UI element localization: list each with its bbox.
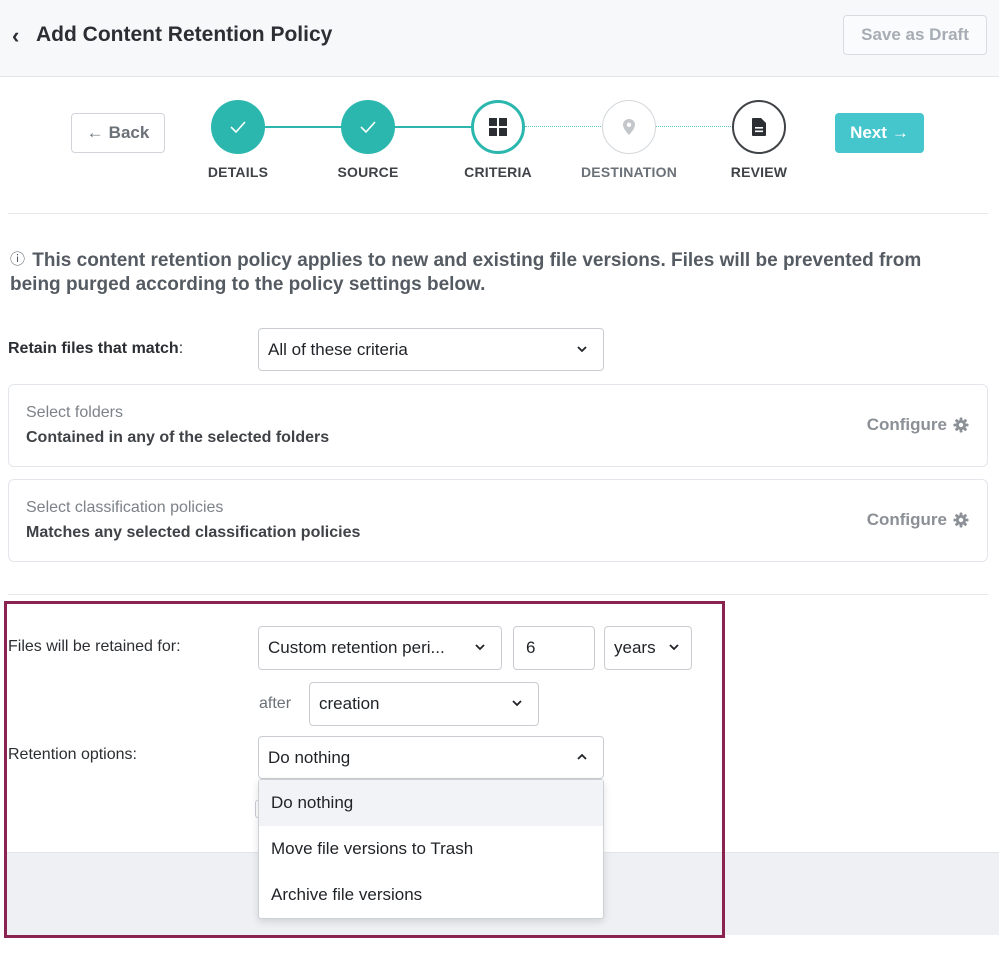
info-text: This content retention policy applies to… <box>10 250 922 295</box>
card-subtitle: Matches any selected classification poli… <box>26 524 361 541</box>
configure-label: Configure <box>866 415 947 434</box>
step-connector <box>394 126 474 128</box>
retain-files-label: Retain files that match: <box>8 340 184 357</box>
select-classification-card[interactable]: Select classification policies Matches a… <box>8 479 988 562</box>
match-criteria-value: All of these criteria <box>268 339 408 359</box>
step-connector <box>525 126 605 127</box>
gear-icon <box>953 512 969 528</box>
arrow-right-icon: → <box>891 123 909 142</box>
step-label-source: SOURCE <box>337 164 399 180</box>
back-button-label: Back <box>108 123 150 142</box>
step-connector <box>264 126 344 128</box>
grid-icon <box>489 118 507 136</box>
check-icon <box>230 121 246 134</box>
map-pin-icon <box>623 119 635 135</box>
step-label-destination: DESTINATION <box>580 164 678 180</box>
card-subtitle: Contained in any of the selected folders <box>26 429 330 446</box>
step-source-circle[interactable] <box>341 100 395 154</box>
page-title: Add Content Retention Policy <box>36 23 333 46</box>
step-connector <box>655 126 735 127</box>
back-button[interactable]: ← Back <box>71 113 165 153</box>
step-details-circle[interactable] <box>211 100 265 154</box>
highlight-frame <box>4 601 725 938</box>
step-label-criteria: CRITERIA <box>464 164 532 180</box>
document-icon <box>752 118 766 136</box>
info-icon: ⓘ <box>10 251 26 268</box>
step-review-circle[interactable] <box>732 100 786 154</box>
step-criteria-circle[interactable] <box>471 100 525 154</box>
chevron-down-icon <box>577 346 587 353</box>
card-title: Select folders <box>26 404 123 421</box>
step-label-details: DETAILS <box>207 164 269 180</box>
match-criteria-select[interactable]: All of these criteria <box>258 328 604 371</box>
configure-classification-button[interactable]: Configure <box>867 510 969 530</box>
step-label-review: REVIEW <box>730 164 788 180</box>
next-button-label: Next <box>850 123 887 142</box>
section-divider <box>8 594 988 595</box>
check-icon <box>360 121 376 134</box>
configure-folders-button[interactable]: Configure <box>867 415 969 435</box>
arrow-left-icon: ← <box>86 123 104 142</box>
configure-label: Configure <box>866 510 947 529</box>
section-divider <box>8 213 988 214</box>
next-button[interactable]: Next → <box>835 113 924 153</box>
card-title: Select classification policies <box>26 499 224 516</box>
select-folders-card[interactable]: Select folders Contained in any of the s… <box>8 384 988 467</box>
step-destination-circle[interactable] <box>602 100 656 154</box>
info-message: ⓘ This content retention policy applies … <box>10 248 970 297</box>
save-as-draft-button[interactable]: Save as Draft <box>843 15 987 55</box>
page-header: ‹ Add Content Retention Policy Save as D… <box>0 0 999 77</box>
back-chevron-icon[interactable]: ‹ <box>12 23 19 49</box>
gear-icon <box>953 417 969 433</box>
